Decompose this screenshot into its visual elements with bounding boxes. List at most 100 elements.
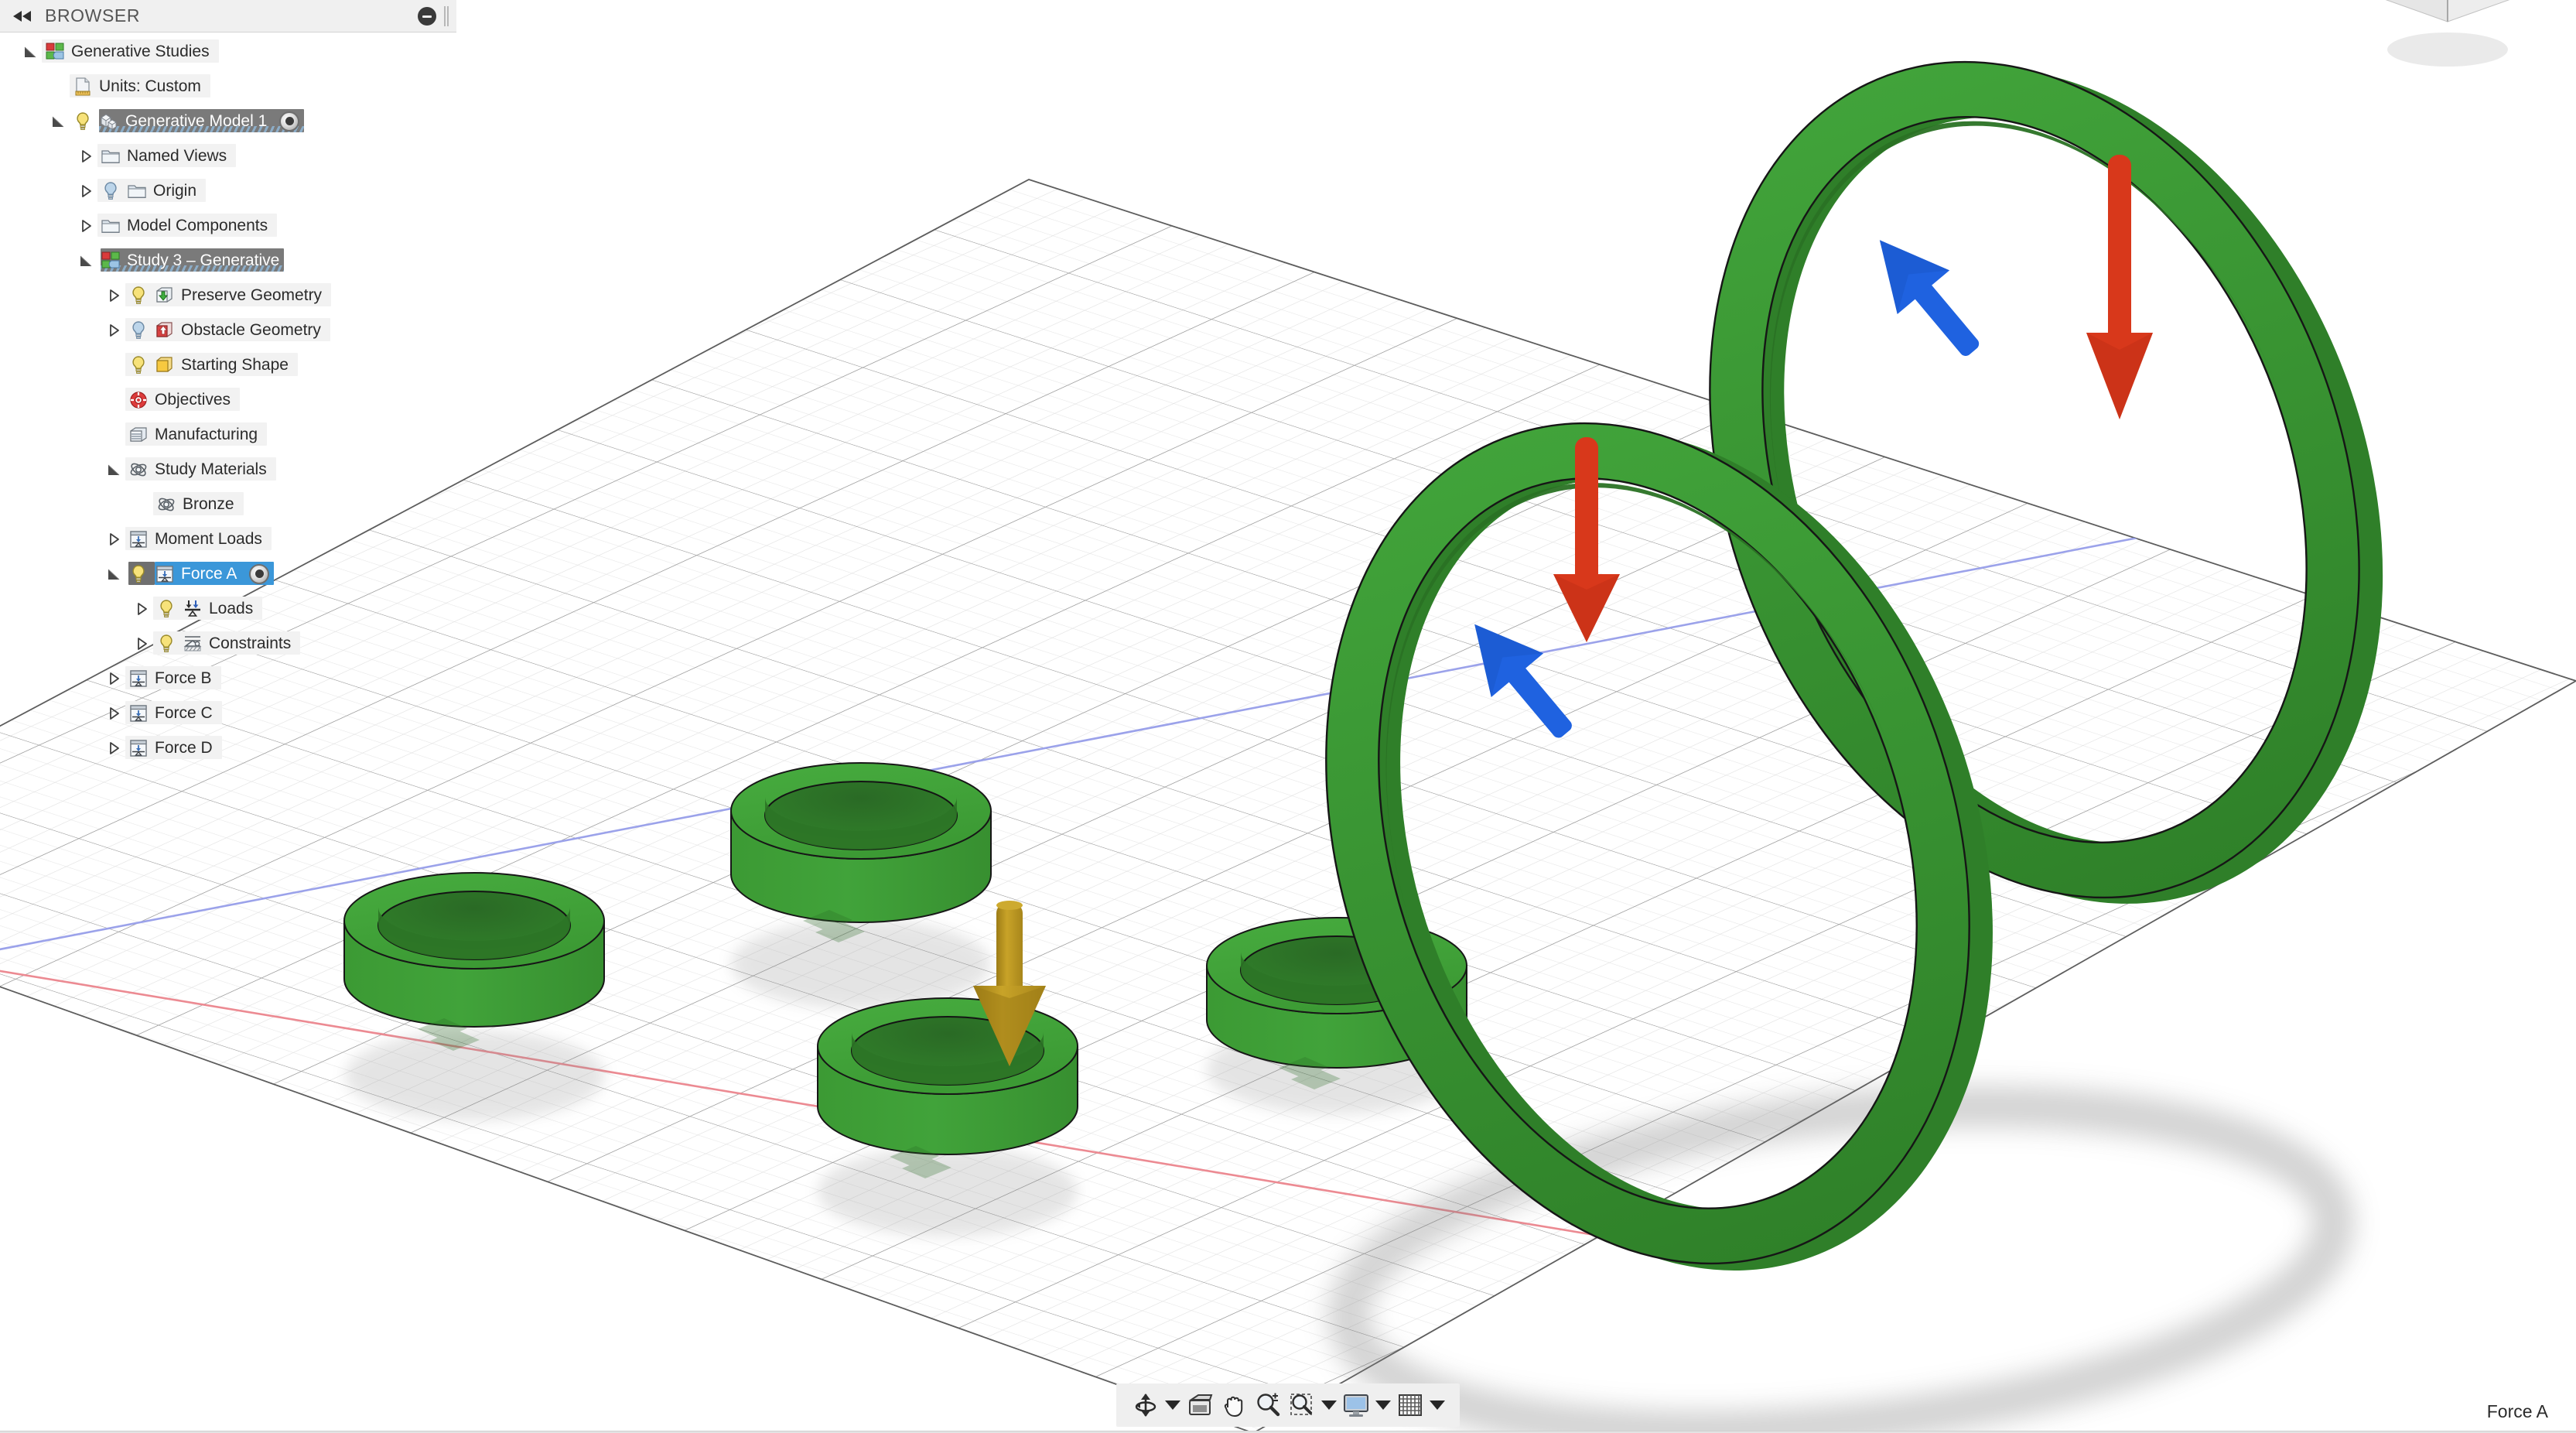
active-radio-button[interactable] (279, 111, 300, 132)
tree-item-content: Objectives (128, 390, 231, 410)
view-cube[interactable]: Z X (2332, 0, 2564, 80)
tree-item-force-d[interactable]: Force D (0, 730, 456, 765)
tree-expand-triangle-icon[interactable] (77, 252, 94, 269)
browser-panel-header-actions (418, 0, 449, 32)
tree-item-bronze[interactable]: Bronze (0, 487, 456, 522)
tree-item-label: Objectives (155, 390, 231, 409)
tree-collapse-triangle-icon[interactable] (133, 600, 150, 617)
tree-item-study-3-generative[interactable]: Study 3 – Generative (0, 243, 456, 278)
tree-item-named-views[interactable]: Named Views (0, 139, 456, 173)
tree-collapse-triangle-icon[interactable] (105, 322, 122, 339)
grid-dropdown-caret[interactable] (1427, 1388, 1447, 1422)
tree-collapse-triangle-icon[interactable] (105, 705, 122, 722)
tree-item-model-components[interactable]: Model Components (0, 208, 456, 243)
panel-resize-grip-icon[interactable] (444, 6, 449, 26)
tree-item-constraints[interactable]: Constraints (0, 626, 456, 661)
zoom-window-icon[interactable] (1285, 1388, 1319, 1422)
tree-expand-triangle-icon[interactable] (105, 461, 122, 478)
tree-item-label: Bronze (183, 494, 234, 513)
tree-item-label: Constraints (209, 634, 292, 652)
tree-item-label: Generative Model 1 (125, 111, 268, 130)
tree-item-content: Moment Loads (128, 529, 262, 549)
tree-item-label: Obstacle Geometry (181, 320, 321, 339)
pan-hand-icon[interactable] (1217, 1388, 1251, 1422)
force-arrow-blue-back[interactable] (1853, 218, 1999, 374)
tree-collapse-triangle-icon[interactable] (133, 635, 150, 652)
tree-collapse-triangle-icon[interactable] (105, 740, 122, 757)
tree-item-content: Model Components (101, 216, 268, 236)
tree-collapse-triangle-icon[interactable] (105, 670, 122, 687)
zoom-magnifier-icon[interactable] (1251, 1388, 1285, 1422)
tree-item-content: Named Views (101, 146, 227, 166)
orbit-icon[interactable] (1129, 1388, 1163, 1422)
tree-collapse-triangle-icon[interactable] (77, 148, 94, 165)
tree-collapse-triangle-icon[interactable] (105, 287, 122, 304)
tree-item-force-c[interactable]: Force C (0, 696, 456, 730)
tree-collapse-triangle-icon[interactable] (105, 531, 122, 548)
tree-item-content: Manufacturing (128, 425, 258, 445)
display-dropdown-caret[interactable] (1373, 1388, 1393, 1422)
tree-item-content: Bronze (156, 494, 234, 515)
tree-item-force-a[interactable]: Force A (0, 556, 456, 591)
minus-circle-icon[interactable] (418, 7, 436, 26)
zoom-dropdown-caret[interactable] (1319, 1388, 1339, 1422)
tree-item-content: Obstacle Geometry (128, 320, 321, 340)
tree-item-generative-model-1[interactable]: Generative Model 1 (0, 104, 456, 139)
tree-item-generative-studies[interactable]: Generative Studies (0, 34, 456, 69)
look-at-icon[interactable] (1183, 1388, 1217, 1422)
tree-collapse-triangle-icon[interactable] (77, 183, 94, 200)
tree-item-manufacturing[interactable]: Manufacturing (0, 417, 456, 452)
tree-collapse-triangle-icon[interactable] (77, 217, 94, 234)
tree-item-study-materials[interactable]: Study Materials (0, 452, 456, 487)
display-settings-monitor-icon[interactable] (1339, 1388, 1373, 1422)
tree-item-loads[interactable]: Loads (0, 591, 456, 626)
tree-item-preserve-geometry[interactable]: Preserve Geometry (0, 278, 456, 313)
tree-expand-triangle-icon[interactable] (105, 566, 122, 583)
tree-item-starting-shape[interactable]: Starting Shape (0, 347, 456, 382)
visibility-lightbulb-icon[interactable] (128, 564, 149, 584)
tree-item-label: Loads (209, 599, 254, 617)
tree-item-objectives[interactable]: Objectives (0, 382, 456, 417)
folder-icon (101, 216, 121, 236)
tree-item-label: Study 3 – Generative (127, 251, 280, 269)
double-chevron-left-icon[interactable] (11, 7, 34, 26)
tree-item-content: Study Materials (128, 460, 267, 480)
objectives-icon (128, 390, 149, 410)
browser-tree[interactable]: Generative Studies Units: Custom Generat… (0, 34, 456, 765)
folder-icon (127, 181, 147, 201)
tree-item-content: Force A (128, 563, 270, 584)
tree-item-origin[interactable]: Origin (0, 173, 456, 208)
visibility-lightbulb-icon[interactable] (128, 286, 149, 306)
tree-item-label: Study Materials (155, 460, 267, 478)
orbit-dropdown-caret[interactable] (1163, 1388, 1183, 1422)
tree-expand-triangle-icon[interactable] (50, 113, 67, 130)
active-radio-button[interactable] (249, 563, 270, 584)
tree-item-label: Moment Loads (155, 529, 262, 548)
generative-studies-icon (45, 42, 65, 62)
visibility-lightbulb-icon[interactable] (101, 181, 121, 201)
material-atom-icon (156, 494, 176, 515)
tree-item-units-custom[interactable]: Units: Custom (0, 69, 456, 104)
tree-item-label: Manufacturing (155, 425, 258, 443)
tree-item-label: Starting Shape (181, 355, 289, 374)
tree-item-moment-loads[interactable]: Moment Loads (0, 522, 456, 556)
tree-expand-triangle-icon[interactable] (22, 43, 39, 60)
visibility-lightbulb-icon[interactable] (128, 320, 149, 340)
visibility-lightbulb-icon[interactable] (156, 634, 176, 654)
browser-panel-title: BROWSER (45, 5, 141, 26)
preserve-geometry-icon (155, 286, 175, 306)
force-arrow-red-back[interactable] (2086, 155, 2153, 419)
tree-item-obstacle-geometry[interactable]: Obstacle Geometry (0, 313, 456, 347)
tree-item-content: Generative Model 1 (73, 111, 300, 132)
grid-snaps-icon[interactable] (1393, 1388, 1427, 1422)
tree-item-content: Origin (101, 181, 196, 201)
visibility-lightbulb-icon[interactable] (73, 111, 93, 132)
visibility-lightbulb-icon[interactable] (128, 355, 149, 375)
tree-item-label: Model Components (127, 216, 268, 234)
status-bar-selection-label: Force A (2486, 1401, 2548, 1421)
visibility-lightbulb-icon[interactable] (156, 599, 176, 619)
tree-item-content: Preserve Geometry (128, 286, 322, 306)
view-cube-icon[interactable] (2332, 0, 2564, 80)
tree-item-force-b[interactable]: Force B (0, 661, 456, 696)
tree-item-content: Constraints (156, 634, 291, 654)
